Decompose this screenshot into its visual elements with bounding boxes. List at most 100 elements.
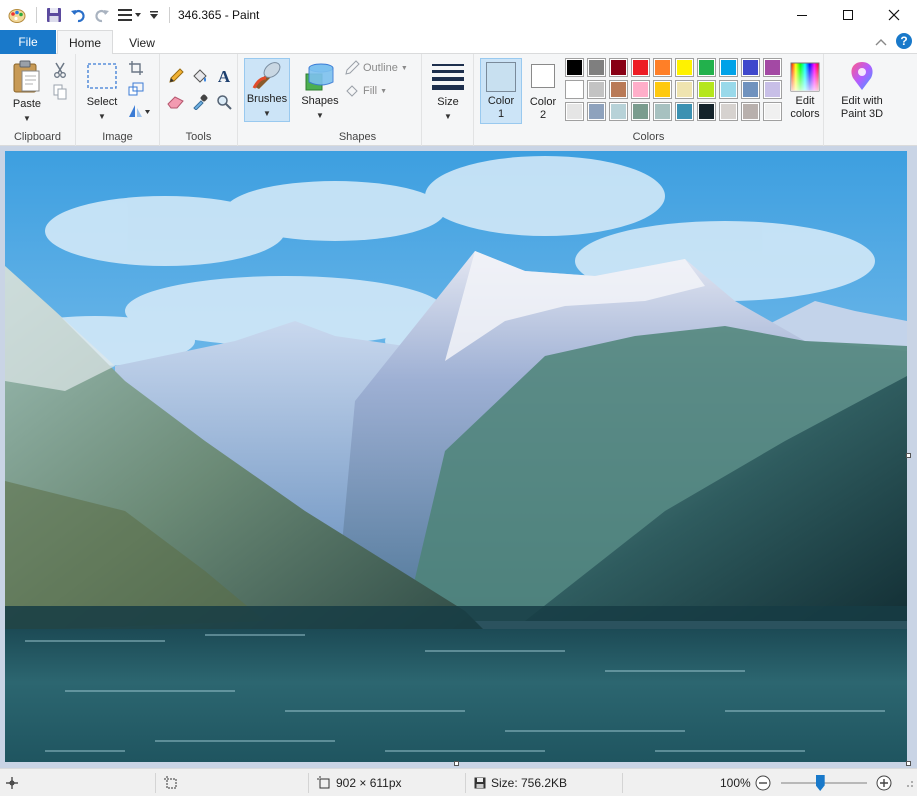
resize-handle-corner[interactable] — [906, 761, 911, 766]
fill-bucket-icon[interactable] — [190, 66, 210, 86]
palette-swatch[interactable] — [719, 58, 738, 77]
brushes-button-content[interactable]: Brushes ▼ — [244, 60, 290, 120]
palette-swatch[interactable] — [587, 58, 606, 77]
resize-handle-right[interactable] — [906, 453, 911, 458]
select-icon — [87, 63, 117, 89]
palette-swatch[interactable] — [719, 102, 738, 121]
edit-with-paint3d-button[interactable]: Edit with Paint 3D — [836, 60, 888, 121]
palette-swatch[interactable] — [631, 58, 650, 77]
color2-button[interactable]: Color 2 — [523, 64, 563, 122]
shapes-button[interactable]: Shapes ▼ — [300, 60, 340, 122]
palette-swatch[interactable] — [741, 58, 760, 77]
palette-swatch[interactable] — [675, 58, 694, 77]
palette-swatch[interactable] — [763, 102, 782, 121]
save-icon[interactable] — [43, 4, 65, 26]
palette-swatch[interactable] — [653, 102, 672, 121]
zoom-out-icon[interactable] — [755, 769, 771, 796]
color1-content[interactable]: Color 1 — [480, 62, 522, 121]
crop-icon[interactable] — [126, 58, 146, 78]
size-grip-icon[interactable] — [904, 769, 914, 796]
palette-swatch[interactable] — [631, 80, 650, 99]
outline-label: Outline — [363, 62, 398, 74]
zoom-in-icon[interactable] — [876, 769, 892, 796]
ribbon-right-controls: ? — [875, 32, 913, 53]
palette-swatch[interactable] — [587, 80, 606, 99]
color-picker-icon[interactable] — [190, 92, 210, 112]
undo-icon[interactable] — [67, 4, 89, 26]
customize-toolbar-icon[interactable] — [147, 4, 161, 26]
palette-swatch[interactable] — [675, 80, 694, 99]
palette-swatch-color — [611, 82, 626, 97]
palette-swatch-color — [655, 104, 670, 119]
palette-swatch[interactable] — [653, 58, 672, 77]
redo-icon[interactable] — [91, 4, 113, 26]
color1-label: Color — [487, 95, 515, 107]
eraser-icon[interactable] — [166, 92, 186, 112]
tab-view[interactable]: View — [114, 30, 170, 55]
fill-icon — [346, 85, 358, 97]
palette-swatch[interactable] — [697, 80, 716, 99]
size-group: Size ▼ — [422, 54, 474, 146]
help-icon[interactable]: ? — [895, 32, 913, 53]
palette-swatch[interactable] — [741, 80, 760, 99]
drawing-canvas[interactable] — [5, 151, 907, 762]
palette-swatch[interactable] — [565, 80, 584, 99]
palette-swatch[interactable] — [565, 102, 584, 121]
copy-icon[interactable] — [50, 82, 70, 102]
palette-swatch[interactable] — [719, 80, 738, 99]
resize-handle-bottom[interactable] — [454, 761, 459, 766]
palette-swatch[interactable] — [587, 102, 606, 121]
palette-swatch-color — [743, 60, 758, 75]
tab-file[interactable]: File — [0, 30, 56, 54]
clipboard-group-label: Clipboard — [13, 131, 62, 143]
rotate-icon[interactable] — [126, 101, 152, 121]
palette-swatch-color — [567, 60, 582, 75]
text-icon[interactable]: A — [214, 66, 234, 86]
paint3d-icon — [851, 62, 873, 90]
size-button[interactable]: Size ▼ — [428, 62, 468, 123]
line-size-icon — [432, 64, 464, 90]
image-group: Select ▼ Image — [76, 54, 160, 146]
paint3d-label-1: Edit with — [841, 95, 883, 107]
maximize-icon[interactable] — [825, 0, 871, 30]
file-size-text: Size: 756.2KB — [491, 776, 568, 790]
chevron-down-icon: ▼ — [98, 112, 106, 121]
shapes-group: Shapes ▼ Outline ▼ Fill ▼ Shapes — [294, 54, 422, 146]
resize-icon[interactable] — [126, 79, 146, 99]
outline-dropdown[interactable]: Outline ▼ — [344, 60, 408, 76]
palette-swatch-color — [765, 82, 780, 97]
palette-swatch[interactable] — [565, 58, 584, 77]
separator — [308, 773, 309, 793]
palette-swatch[interactable] — [763, 80, 782, 99]
edit-colors-button[interactable]: Edit colors — [783, 62, 827, 121]
close-icon[interactable] — [871, 0, 917, 30]
palette-swatch[interactable] — [763, 58, 782, 77]
palette-swatch[interactable] — [631, 102, 650, 121]
canvas-workspace[interactable] — [0, 146, 917, 768]
cut-icon[interactable] — [50, 60, 70, 80]
palette-swatch-color — [633, 60, 648, 75]
paint-app-icon[interactable] — [6, 4, 28, 26]
palette-swatch[interactable] — [609, 80, 628, 99]
palette-swatch[interactable] — [697, 102, 716, 121]
palette-swatch[interactable] — [675, 102, 694, 121]
fill-dropdown[interactable]: Fill ▼ — [344, 83, 387, 99]
tab-home[interactable]: Home — [57, 30, 113, 55]
pencil-icon[interactable] — [166, 66, 186, 86]
quick-access-toolbar — [0, 0, 176, 30]
collapse-ribbon-icon[interactable] — [875, 36, 887, 50]
zoom-slider-thumb[interactable] — [815, 775, 825, 791]
paste-button[interactable]: Paste ▼ — [6, 60, 48, 125]
select-button[interactable]: Select ▼ — [82, 62, 122, 123]
palette-swatch[interactable] — [653, 80, 672, 99]
palette-swatch[interactable] — [609, 58, 628, 77]
magnifier-icon[interactable] — [214, 92, 234, 112]
palette-swatch[interactable] — [741, 102, 760, 121]
view-menu-icon[interactable] — [115, 4, 145, 26]
palette-swatch[interactable] — [609, 102, 628, 121]
palette-swatch[interactable] — [697, 58, 716, 77]
minimize-icon[interactable] — [779, 0, 825, 30]
palette-swatch-color — [721, 104, 736, 119]
palette-swatch-color — [743, 104, 758, 119]
palette-swatch-color — [721, 82, 736, 97]
